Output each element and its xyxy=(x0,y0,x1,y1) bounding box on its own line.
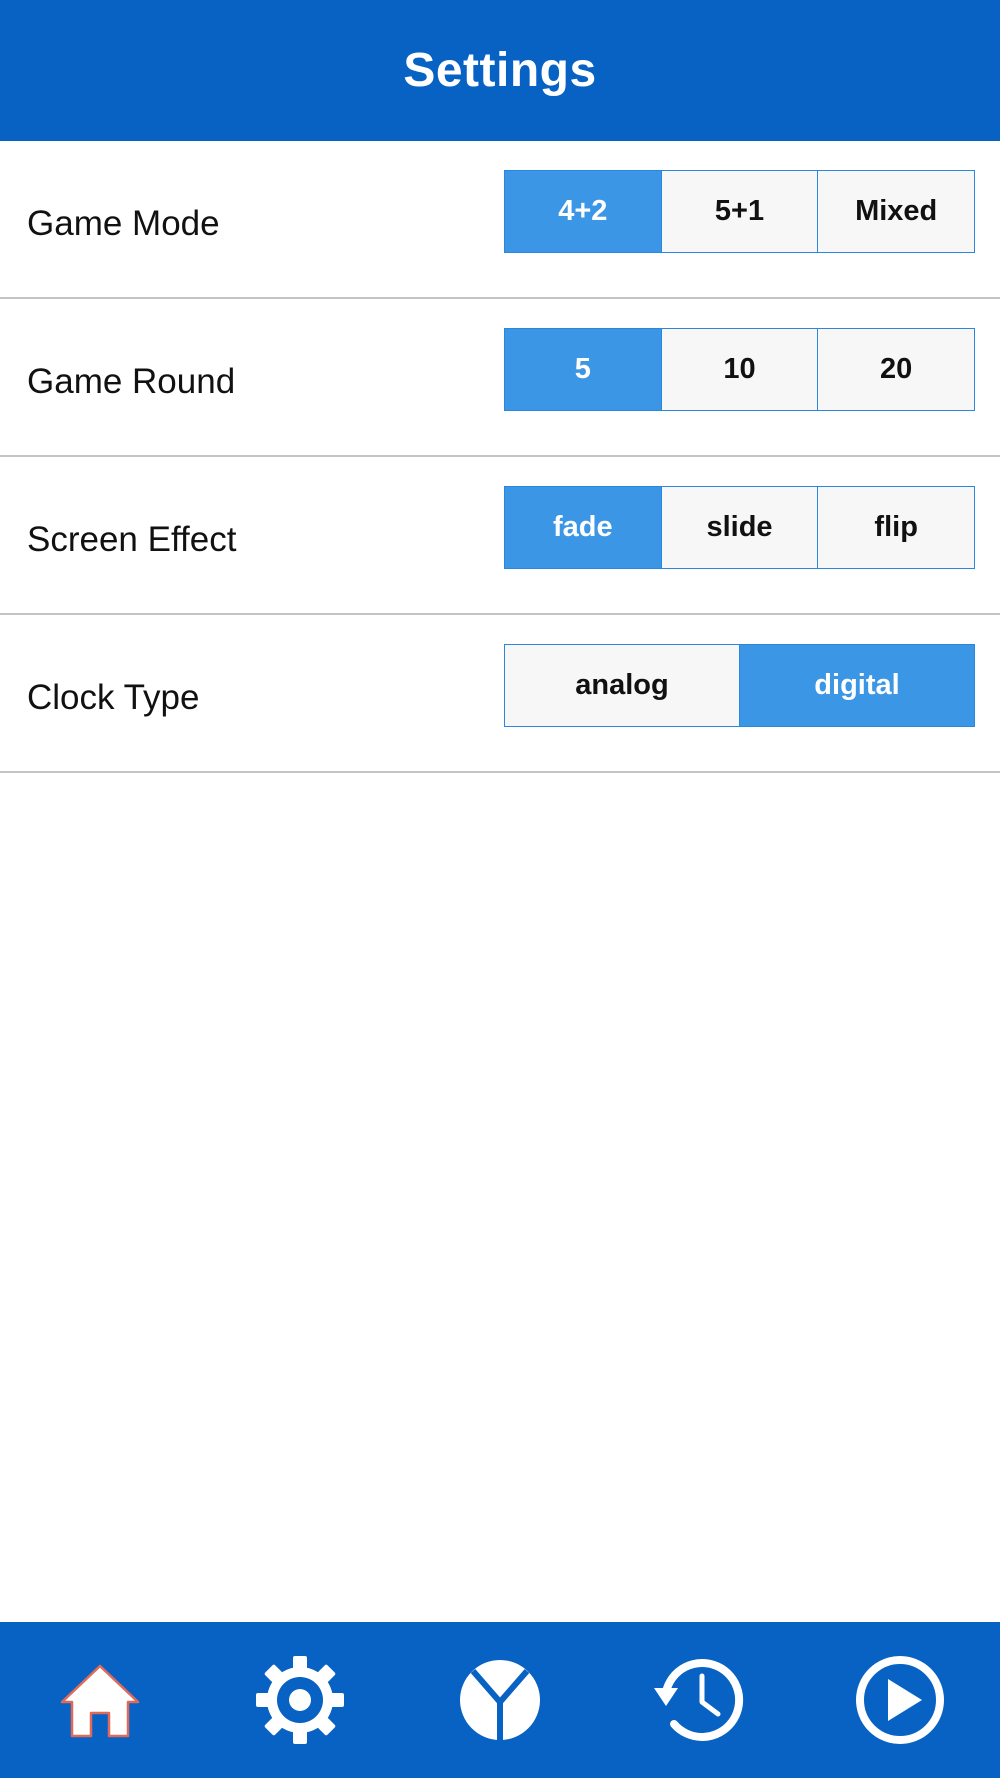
screen-effect-segmented-control: fade slide flip xyxy=(504,486,975,569)
screen-effect-option[interactable]: slide xyxy=(660,487,818,568)
game-mode-option[interactable]: Mixed xyxy=(817,171,975,252)
clock-type-option[interactable]: analog xyxy=(505,645,739,726)
setting-label: Clock Type xyxy=(27,678,200,717)
tab-play[interactable] xyxy=(800,1622,1000,1778)
play-icon xyxy=(856,1656,944,1744)
tab-mode[interactable] xyxy=(400,1622,600,1778)
settings-list: Game Mode 4+2 5+1 Mixed Game Round 5 10 … xyxy=(0,141,1000,773)
game-round-option[interactable]: 5 xyxy=(505,329,661,410)
tab-home[interactable] xyxy=(0,1622,200,1778)
setting-row-game-round: Game Round 5 10 20 xyxy=(0,299,1000,457)
gear-icon xyxy=(256,1656,344,1744)
history-icon xyxy=(654,1658,744,1741)
game-mode-segmented-control: 4+2 5+1 Mixed xyxy=(504,170,975,253)
app-header: Settings xyxy=(0,0,1000,141)
setting-row-screen-effect: Screen Effect fade slide flip xyxy=(0,457,1000,615)
setting-row-game-mode: Game Mode 4+2 5+1 Mixed xyxy=(0,141,1000,299)
clock-type-segmented-control: analog digital xyxy=(504,644,975,727)
setting-label: Game Mode xyxy=(27,204,220,243)
page-title: Settings xyxy=(403,44,597,97)
bottom-tab-bar xyxy=(0,1622,1000,1778)
game-mode-option[interactable]: 4+2 xyxy=(505,171,661,252)
home-icon xyxy=(60,1664,140,1738)
setting-label: Screen Effect xyxy=(27,520,237,559)
game-round-option[interactable]: 10 xyxy=(660,329,818,410)
game-round-segmented-control: 5 10 20 xyxy=(504,328,975,411)
setting-label: Game Round xyxy=(27,362,236,401)
clock-type-option[interactable]: digital xyxy=(739,645,974,726)
tab-settings[interactable] xyxy=(200,1622,400,1778)
game-mode-option[interactable]: 5+1 xyxy=(660,171,818,252)
mode-icon xyxy=(460,1660,540,1742)
screen-effect-option[interactable]: fade xyxy=(505,487,661,568)
game-round-option[interactable]: 20 xyxy=(817,329,975,410)
screen-effect-option[interactable]: flip xyxy=(817,487,975,568)
setting-row-clock-type: Clock Type analog digital xyxy=(0,615,1000,773)
tab-history[interactable] xyxy=(600,1622,800,1778)
